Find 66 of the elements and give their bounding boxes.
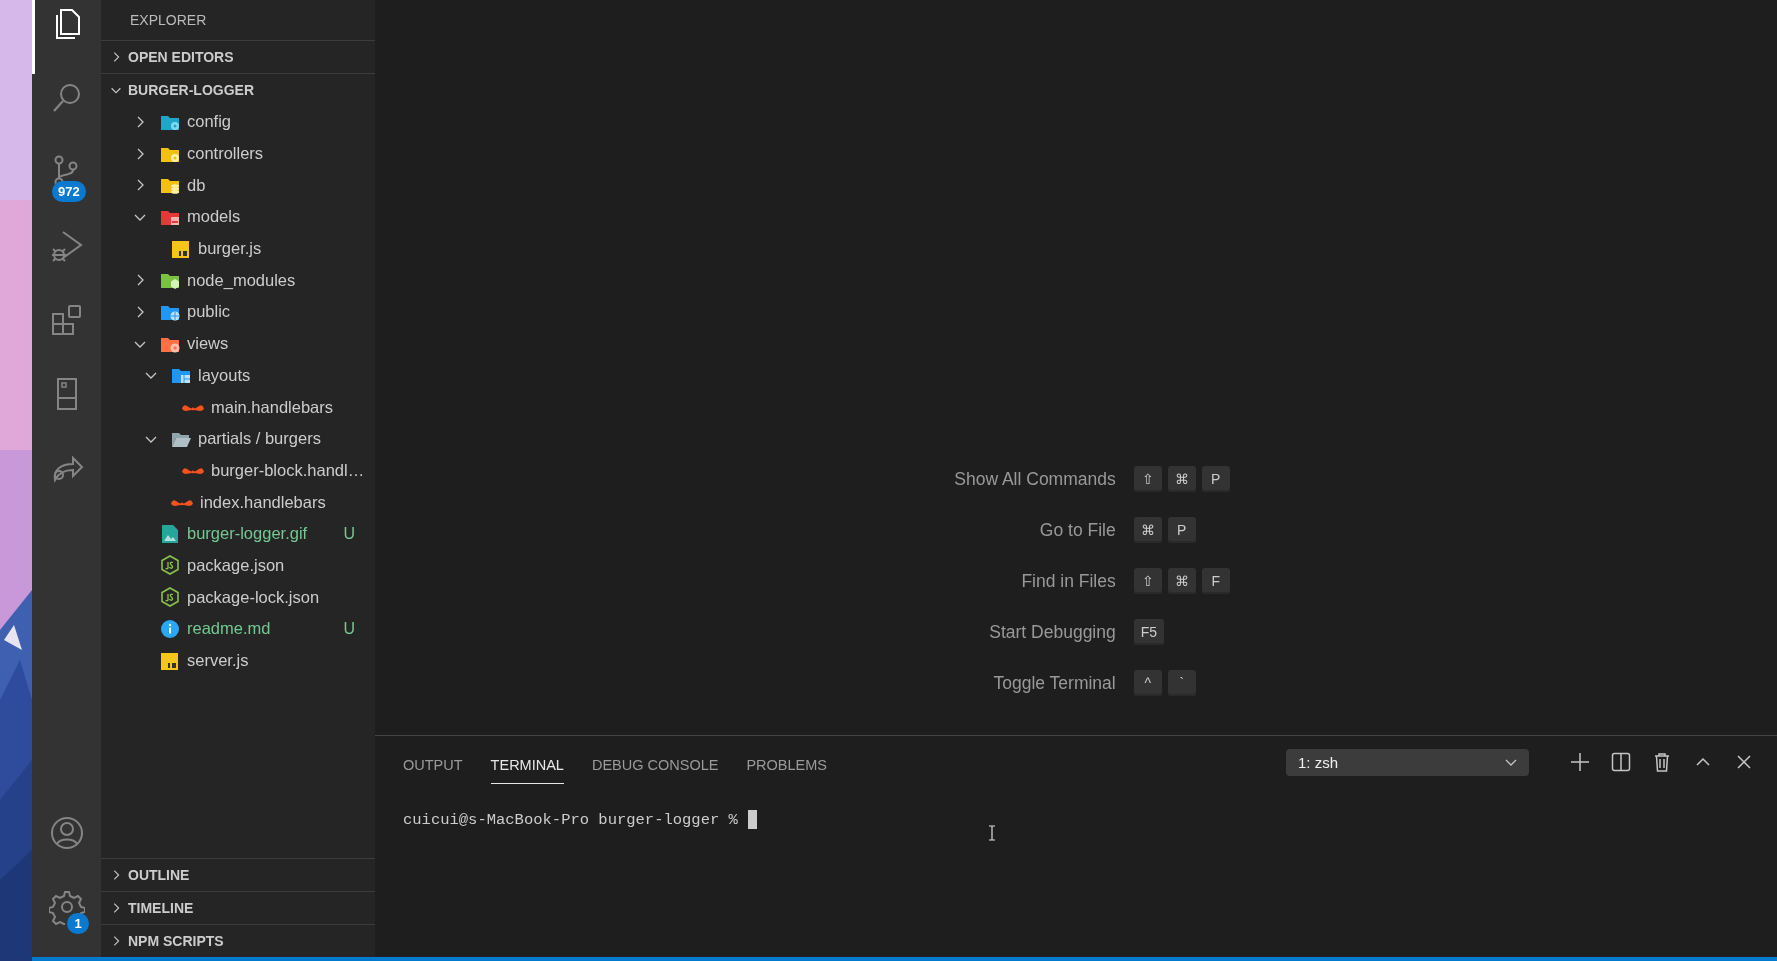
panel-tab[interactable]: DEBUG CONSOLE [591,740,719,784]
tree-item[interactable]: controllers [101,137,375,170]
tree-item[interactable]: db [101,169,375,202]
terminal-cursor [747,810,757,829]
keyboard-key: P [1167,517,1196,543]
terminal-prompt: cuicui@s-MacBook-Pro burger-logger % [403,810,738,829]
count-badge: 1 [67,913,89,934]
section-header[interactable]: NPM SCRIPTS [101,925,375,957]
keyboard-key: ` [1167,670,1196,696]
tree-item[interactable]: package-lock.json [101,581,375,613]
tree-item[interactable]: package.json [101,549,375,582]
hexagon-file-icon [160,587,180,608]
command-label: Start Debugging [988,621,1116,644]
panel-tab[interactable]: TERMINAL [490,740,564,784]
terminal-dropdown[interactable]: 1: zsh [1286,748,1529,776]
git-status: U [343,619,355,638]
keyboard-key: ⌘ [1133,517,1162,543]
git-status: U [343,524,355,543]
count-badge: 972 [52,181,86,202]
mustache-icon [171,498,193,506]
keyboard-key: P [1201,466,1230,492]
section-header[interactable]: OUTLINE [101,859,375,891]
tree-item[interactable]: readme.md U [101,613,375,645]
panel-tab[interactable]: PROBLEMS [746,740,828,784]
keyboard-key: ⇧ [1133,466,1162,492]
tree-item[interactable]: partials / burgers [101,422,375,455]
keyboard-key: F5 [1133,619,1165,645]
mustache-icon [182,403,204,411]
js-file-icon [160,650,180,671]
tree-item[interactable]: burger-logger.gif U [101,517,375,550]
activity-bar-item[interactable]: 1 [32,883,101,957]
tree-item[interactable]: main.handlebars [101,391,375,423]
tree-item[interactable]: config [101,106,375,138]
account-icon [48,815,85,851]
section-header[interactable]: TIMELINE [101,892,375,924]
panel-tab[interactable]: OUTPUT [403,740,463,784]
command-label: Toggle Terminal [992,672,1116,695]
keyboard-key: ⌘ [1167,466,1196,492]
keyboard-key: ⌘ [1167,568,1196,594]
text-cursor-icon [988,825,996,841]
section-header[interactable]: OPEN EDITORS [101,41,375,73]
image-file-icon [160,523,180,544]
tree-item[interactable]: models [101,201,375,233]
command-label: Go to File [1038,519,1116,542]
tree-item[interactable]: node_modules [101,264,375,297]
activity-bar-item[interactable]: 972 [32,148,101,222]
plus-icon[interactable] [1569,751,1591,773]
tree-item[interactable]: burger-block.handl… [101,454,375,487]
keyboard-key: ⇧ [1133,568,1162,594]
tree-item[interactable]: layouts [101,359,375,392]
tree-item[interactable]: index.handlebars [101,486,375,518]
section-header[interactable]: BURGER-LOGGER [101,74,375,106]
command-label: Show All Commands [954,468,1116,491]
split-icon[interactable] [1610,751,1632,773]
keyboard-key: F [1201,568,1230,594]
js-file-icon [171,238,191,259]
tree-item[interactable]: public [101,296,375,328]
tree-item[interactable]: burger.js [101,232,375,265]
tree-item[interactable]: server.js [101,644,375,677]
sidebar-title: EXPLORER [129,11,208,30]
tree-item[interactable]: views [101,327,375,360]
hexagon-file-icon [160,555,180,576]
mustache-icon [182,466,204,474]
info-icon [160,618,180,639]
keyboard-key: ^ [1133,670,1162,696]
command-label: Find in Files [1020,570,1116,593]
